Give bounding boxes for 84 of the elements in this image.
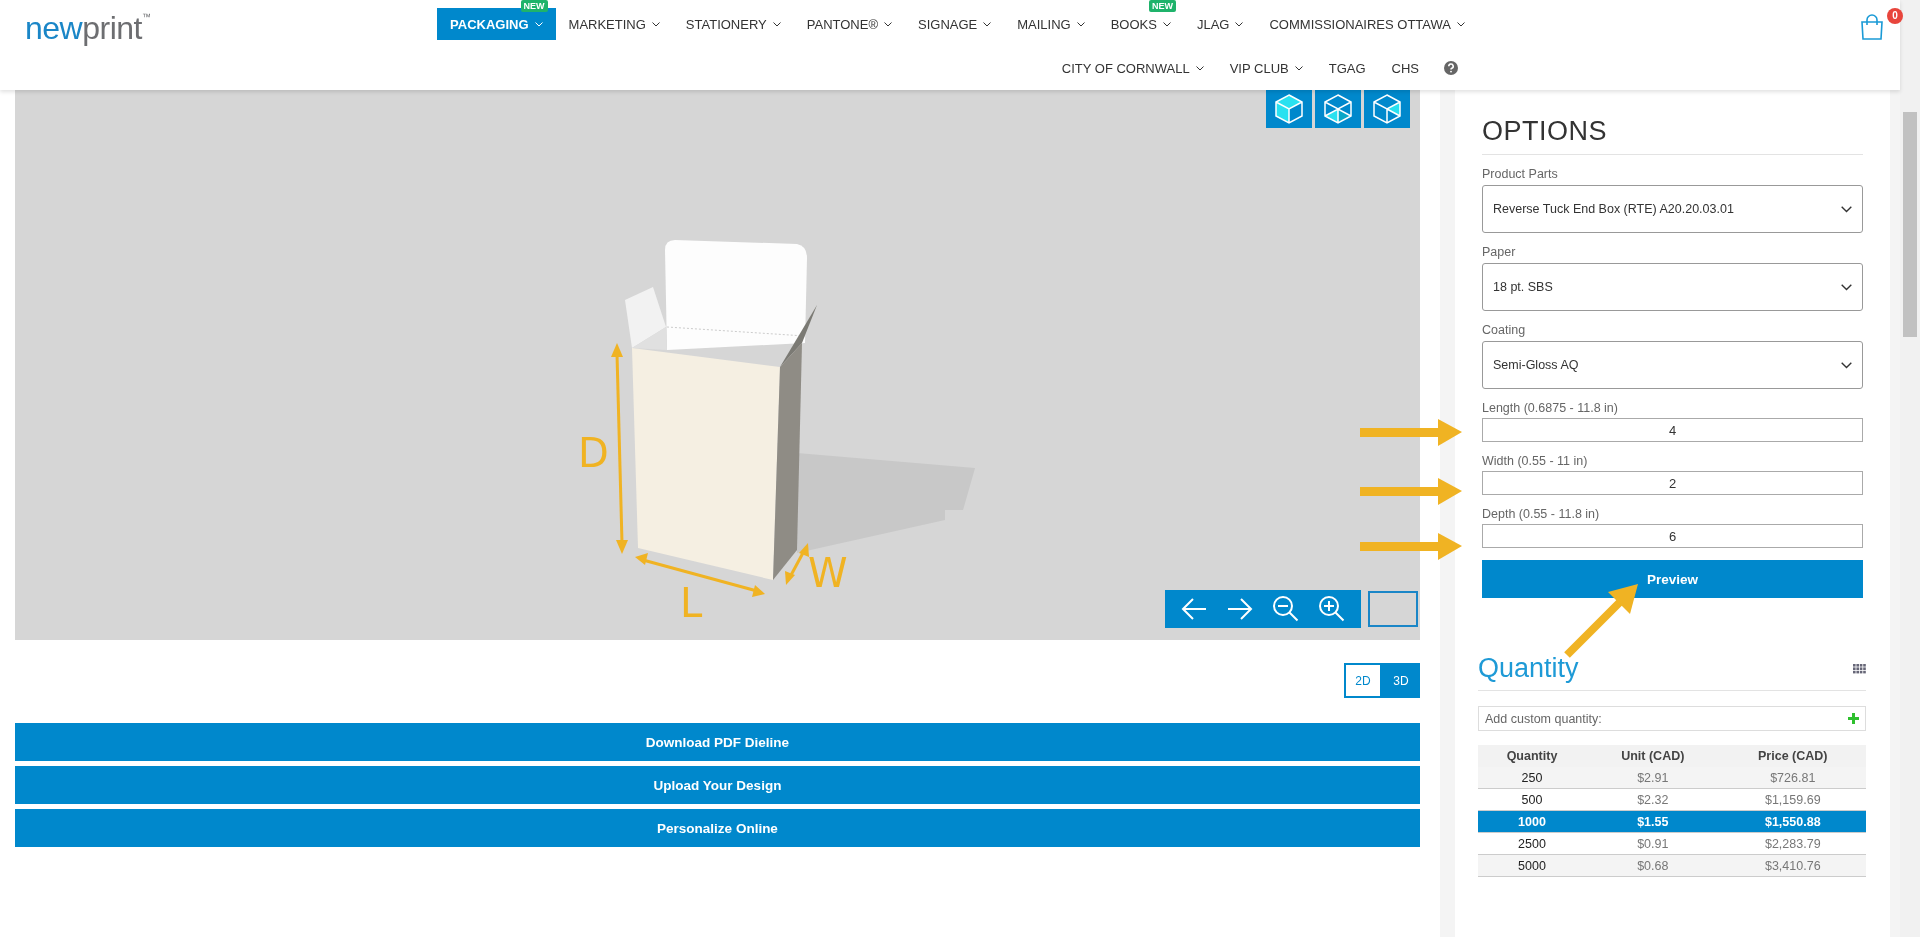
cube-icon (1323, 93, 1353, 125)
nav-menu-item[interactable]: PACKAGING (437, 8, 556, 40)
dimension-label: W (808, 550, 848, 596)
view-mode-tab[interactable]: 3D (1382, 663, 1420, 698)
view-mode-tab[interactable]: 2D (1344, 663, 1382, 698)
quantity-heading: Quantity (1478, 653, 1579, 684)
dimension-label: L (680, 580, 703, 626)
column-header: Quantity (1478, 745, 1586, 767)
table-cell: $2.91 (1586, 767, 1720, 789)
action-button[interactable]: Personalize Online (15, 809, 1420, 847)
column-header: Unit (CAD) (1586, 745, 1720, 767)
field-label: Depth (0.55 - 11.8 in) (1482, 507, 1601, 521)
nav-menu-item[interactable]: MARKETING (555, 8, 673, 40)
new-badge: NEW (520, 0, 548, 12)
chevron-down-icon (1841, 283, 1852, 291)
table-cell: $1.55 (1586, 810, 1720, 833)
dimension-label: D (578, 430, 609, 476)
view-angle-button[interactable] (1266, 90, 1312, 128)
arrow-left-icon (1180, 597, 1208, 621)
dropdown[interactable]: 18 pt. SBS (1482, 263, 1863, 311)
field-label: Product Parts (1482, 167, 1559, 181)
nav-menu-item[interactable]: MAILING (1004, 8, 1098, 40)
nav-menu-item[interactable]: PANTONE® (793, 8, 905, 40)
nav-menu-item[interactable]: STATIONERY (672, 8, 794, 40)
table-cell: $3,410.76 (1719, 854, 1866, 877)
zoom-in-icon (1318, 595, 1346, 623)
price-row[interactable]: 1000 $1.55 $1,550.88 (1478, 810, 1866, 833)
table-cell: 1000 (1478, 810, 1586, 833)
dropdown[interactable]: Reverse Tuck End Box (RTE) A20.20.03.01 (1482, 185, 1863, 233)
chevron-down-icon (1841, 205, 1852, 213)
nav-menu-item[interactable]: TGAG (1315, 52, 1379, 84)
nav-menu-item[interactable]: CITY OF CORNWALL (1048, 52, 1217, 84)
nav-menu-item[interactable]: JLAG (1183, 8, 1257, 40)
field-label: Paper (1482, 245, 1517, 259)
price-row[interactable]: 250 $2.91 $726.81 (1478, 767, 1866, 789)
action-button[interactable]: Download PDF Dieline (15, 723, 1420, 761)
dropdown[interactable]: Semi-Gloss AQ (1482, 341, 1863, 389)
table-cell: 250 (1478, 767, 1586, 789)
table-cell: $2,283.79 (1719, 832, 1866, 855)
cube-icon (1372, 93, 1402, 125)
zoom-out-icon (1272, 595, 1300, 623)
scrollbar[interactable] (1900, 0, 1920, 937)
view-angle-button[interactable] (1315, 90, 1361, 128)
options-heading: OPTIONS (1482, 116, 1863, 155)
help-icon[interactable] (1444, 61, 1458, 75)
input-field[interactable]: 2 (1482, 471, 1863, 495)
field-label: Width (0.55 - 11 in) (1482, 454, 1589, 468)
nav-menu-item[interactable]: COMMISSIONAIRES OTTAWA (1256, 8, 1478, 40)
preview-button[interactable]: Preview (1482, 560, 1863, 598)
action-button[interactable]: Upload Your Design (15, 766, 1420, 804)
grid-icon[interactable] (1853, 663, 1866, 674)
column-header: Price (CAD) (1719, 745, 1866, 767)
cart-count-badge: 0 (1887, 8, 1903, 24)
cart-button[interactable] (1858, 14, 1886, 40)
nav-menu-item[interactable]: SIGNAGE (905, 8, 1005, 40)
plus-icon[interactable] (1848, 713, 1859, 724)
table-cell: $1,159.69 (1719, 788, 1866, 811)
shopping-bag-icon (1860, 14, 1884, 40)
table-cell: $2.32 (1586, 788, 1720, 811)
table-cell: $1,550.88 (1719, 810, 1866, 833)
nav-menu-item[interactable]: CHS (1378, 52, 1432, 84)
input-field[interactable]: 6 (1482, 524, 1863, 548)
table-cell: $0.91 (1586, 832, 1720, 855)
cube-icon (1274, 93, 1304, 125)
arrow-right-icon (1226, 597, 1254, 621)
price-row[interactable]: 2500 $0.91 $2,283.79 (1478, 832, 1866, 855)
table-cell: 2500 (1478, 832, 1586, 855)
new-badge: NEW (1148, 0, 1176, 12)
table-cell: $0.68 (1586, 854, 1720, 877)
logo[interactable]: newprint™ (25, 8, 151, 48)
color-swatch-button[interactable] (1368, 591, 1418, 627)
custom-quantity-field[interactable]: Add custom quantity: (1478, 706, 1866, 731)
price-row[interactable]: 5000 $0.68 $3,410.76 (1478, 854, 1866, 877)
chevron-down-icon (1841, 361, 1852, 369)
field-label: Coating (1482, 323, 1527, 337)
table-cell: 5000 (1478, 854, 1586, 877)
table-cell: 500 (1478, 788, 1586, 811)
view-angle-button[interactable] (1364, 90, 1410, 128)
field-label: Length (0.6875 - 11.8 in) (1482, 401, 1619, 415)
dimension-arrow (785, 543, 809, 585)
table-cell: $726.81 (1719, 767, 1866, 789)
input-field[interactable]: 4 (1482, 418, 1863, 442)
price-row[interactable]: 500 $2.32 $1,159.69 (1478, 788, 1866, 811)
nav-menu-item[interactable]: VIP CLUB (1216, 52, 1316, 84)
